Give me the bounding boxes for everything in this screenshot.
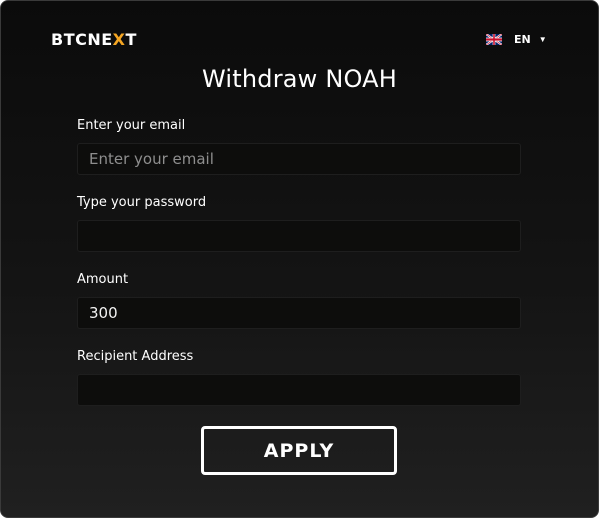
logo-text-suffix: T bbox=[125, 30, 137, 49]
amount-field[interactable] bbox=[77, 297, 521, 329]
password-label: Type your password bbox=[77, 195, 207, 210]
email-label: Enter your email bbox=[77, 118, 186, 133]
withdraw-panel: BTCNEXT EN ▼ Withdraw NOAH Enter your em… bbox=[0, 0, 599, 518]
apply-button[interactable]: APPLY bbox=[201, 426, 397, 475]
logo-text-prefix: BTCNE bbox=[51, 30, 113, 49]
page-title: Withdraw NOAH bbox=[201, 65, 398, 93]
language-selector[interactable]: EN ▼ bbox=[486, 33, 547, 46]
chevron-down-icon: ▼ bbox=[538, 35, 547, 44]
brand-logo[interactable]: BTCNEXT bbox=[51, 30, 137, 49]
language-code: EN bbox=[514, 33, 531, 46]
logo-text-accent: X bbox=[112, 30, 126, 49]
uk-flag-icon bbox=[486, 34, 502, 45]
password-field[interactable] bbox=[77, 220, 521, 252]
amount-label: Amount bbox=[77, 272, 129, 287]
recipient-address-field[interactable] bbox=[77, 374, 521, 406]
recipient-address-label: Recipient Address bbox=[77, 349, 194, 364]
email-field[interactable] bbox=[77, 143, 521, 175]
